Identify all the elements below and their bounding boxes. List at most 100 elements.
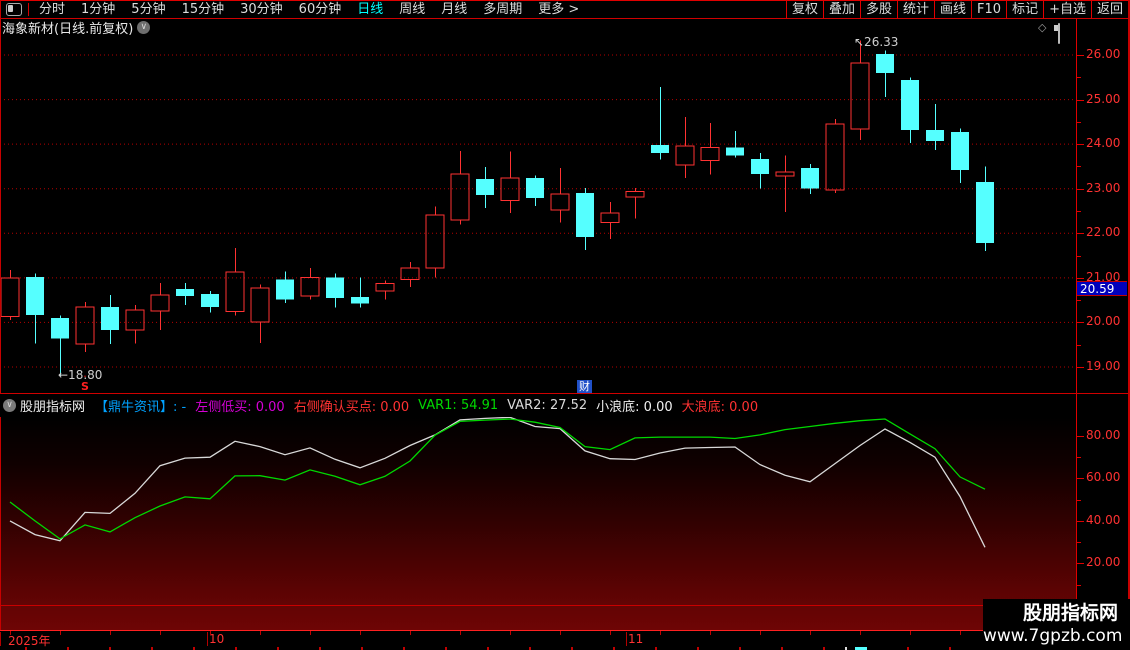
x-axis-tick <box>710 631 711 635</box>
x-axis-tick <box>510 631 511 635</box>
x-axis-tick <box>660 631 661 635</box>
menu-item-tool[interactable]: +自选 <box>1043 1 1091 18</box>
axis-tick <box>1077 210 1081 212</box>
layout-toggle-icon[interactable] <box>6 3 22 16</box>
period-menu: 分时 1分钟 5分钟 15分钟 30分钟 60分钟 日线 周线 月线 多周期 更多 > <box>1 1 587 18</box>
month-separator <box>0 632 1 646</box>
legend-item: 小浪底: 0.00 <box>596 400 673 415</box>
legend-item: 大浪底: 0.00 <box>681 400 759 415</box>
chart-title: 海象新材(日线.前复权) <box>2 21 134 37</box>
last-price-tag: 20.59 <box>1077 281 1127 296</box>
x-axis-tick <box>210 631 211 635</box>
axis-tick <box>1077 499 1081 501</box>
menu-item-tool[interactable]: F10 <box>971 1 1006 18</box>
menu-item-tool[interactable]: 返回 <box>1090 1 1128 18</box>
axis-tick <box>1077 255 1081 257</box>
x-axis-tick <box>160 631 161 635</box>
indicator-axis-label: 40.00 <box>1086 512 1121 527</box>
app-window: 分时 1分钟 5分钟 15分钟 30分钟 60分钟 日线 周线 月线 多周期 更多 > 复权 叠加 多股… <box>0 0 1130 650</box>
period-menu-bar: 分时 1分钟 5分钟 15分钟 30分钟 60分钟 日线 周线 月线 多周期 更多 > 复权 叠加 多股… <box>1 1 1128 19</box>
axis-tick <box>1077 121 1081 123</box>
event-marker[interactable]: 财 <box>577 380 592 393</box>
x-axis-label: 10 <box>209 632 225 646</box>
menu-item-period[interactable]: 月线 <box>433 1 475 18</box>
indicator-header: ∨ 股朋指标网 【鼎牛资讯】: - 左侧低买: 0.00 右侧确认买点: 0.00 V… <box>0 394 1076 417</box>
price-axis-line <box>1076 18 1077 631</box>
x-axis-tick <box>860 631 861 635</box>
legend-item: 左侧低买: 0.00 <box>195 400 285 415</box>
axis-tick <box>1077 478 1084 480</box>
x-axis-tick <box>460 631 461 635</box>
menu-item-period[interactable]: 周线 <box>391 1 433 18</box>
x-axis-tick <box>910 631 911 635</box>
axis-tick <box>1077 166 1081 168</box>
legend-item: 右侧确认买点: 0.00 <box>293 400 410 415</box>
axis-tick <box>1077 436 1084 437</box>
x-axis-tick <box>810 631 811 635</box>
menu-item-tool[interactable]: 画线 <box>934 1 971 18</box>
axis-tick <box>1077 542 1081 544</box>
watermark-url: www.7gpzb.com <box>983 626 1123 646</box>
menu-item-tool[interactable]: 复权 <box>785 1 823 18</box>
axis-tick <box>1077 584 1081 586</box>
month-separator <box>626 632 627 646</box>
chevron-down-icon[interactable]: ∨ <box>137 20 151 34</box>
signal-marker: ˆS <box>81 375 89 393</box>
x-axis-tick <box>560 631 561 635</box>
high-price-annotation: ↖26.33 <box>854 35 899 50</box>
x-axis-tick <box>410 631 411 635</box>
axis-tick <box>1077 563 1084 565</box>
axis-tick <box>1077 99 1084 101</box>
indicator-axis-label: 20.00 <box>1086 555 1121 570</box>
menu-item-tool[interactable]: 多股 <box>859 1 897 18</box>
price-axis-label: 23.00 <box>1086 180 1121 195</box>
candlestick-chart[interactable] <box>0 38 1076 393</box>
x-axis-label: 11 <box>628 632 644 646</box>
x-axis-tick <box>110 631 111 635</box>
watermark-name: 股朋指标网 <box>1022 602 1118 624</box>
menu-item-period[interactable]: 1分钟 <box>73 1 123 18</box>
axis-tick <box>1077 277 1084 279</box>
menu-item-period[interactable]: 30分钟 <box>232 1 291 18</box>
price-axis-label: 19.00 <box>1086 358 1121 373</box>
axis-tick <box>1077 300 1081 302</box>
chart-title-bar: 海象新材(日线.前复权) ∨ <box>2 19 151 37</box>
menu-item-period[interactable]: 5分钟 <box>123 1 173 18</box>
x-axis-tick <box>60 631 61 635</box>
watermark: 股朋指标网 www.7gpzb.com <box>983 599 1130 650</box>
legend-item: VAR1: 54.91 <box>418 398 499 413</box>
collapse-panel-icon[interactable]: ∨ <box>3 399 16 412</box>
x-axis-tick <box>10 631 11 635</box>
menu-item-period[interactable]: 日线 <box>349 1 391 18</box>
menu-item-period[interactable]: 分时 <box>31 1 73 18</box>
axis-tick <box>1077 233 1084 235</box>
price-axis-label: 24.00 <box>1086 136 1121 151</box>
menu-item-tool[interactable]: 叠加 <box>822 1 860 18</box>
x-axis-tick <box>260 631 261 635</box>
month-separator <box>207 632 208 646</box>
axis-tick <box>1077 144 1084 146</box>
indicator-source-label: 股朋指标网 <box>20 400 86 415</box>
menu-item-period[interactable]: 15分钟 <box>174 1 233 18</box>
axis-tick <box>1077 344 1081 346</box>
menu-item-tool[interactable]: 标记 <box>1006 1 1043 18</box>
x-axis-tick <box>360 631 361 635</box>
menu-item-tool[interactable]: 统计 <box>897 1 934 18</box>
x-axis-tick <box>310 631 311 635</box>
indicator-chart[interactable] <box>0 416 1076 630</box>
menu-item-period[interactable]: 多周期 <box>475 1 530 18</box>
price-axis-label: 20.00 <box>1086 314 1121 329</box>
price-axis-label: 26.00 <box>1086 47 1121 61</box>
tool-menu: 复权 叠加 多股 统计 画线 F10 标记 +自选 返回 <box>785 1 1128 18</box>
window-border-left <box>0 0 1 650</box>
menu-item-period[interactable]: 更多 > <box>530 1 587 18</box>
menu-item-period[interactable]: 60分钟 <box>291 1 350 18</box>
axis-tick <box>1077 188 1084 190</box>
indicator-axis-label: 60.00 <box>1086 470 1121 485</box>
x-axis-tick <box>760 631 761 635</box>
diamond-icon[interactable]: ◇ <box>1038 21 1046 34</box>
menu-separator <box>28 3 29 16</box>
price-axis-label: 25.00 <box>1086 91 1121 106</box>
axis-tick <box>1077 520 1084 522</box>
axis-tick <box>1077 77 1081 79</box>
